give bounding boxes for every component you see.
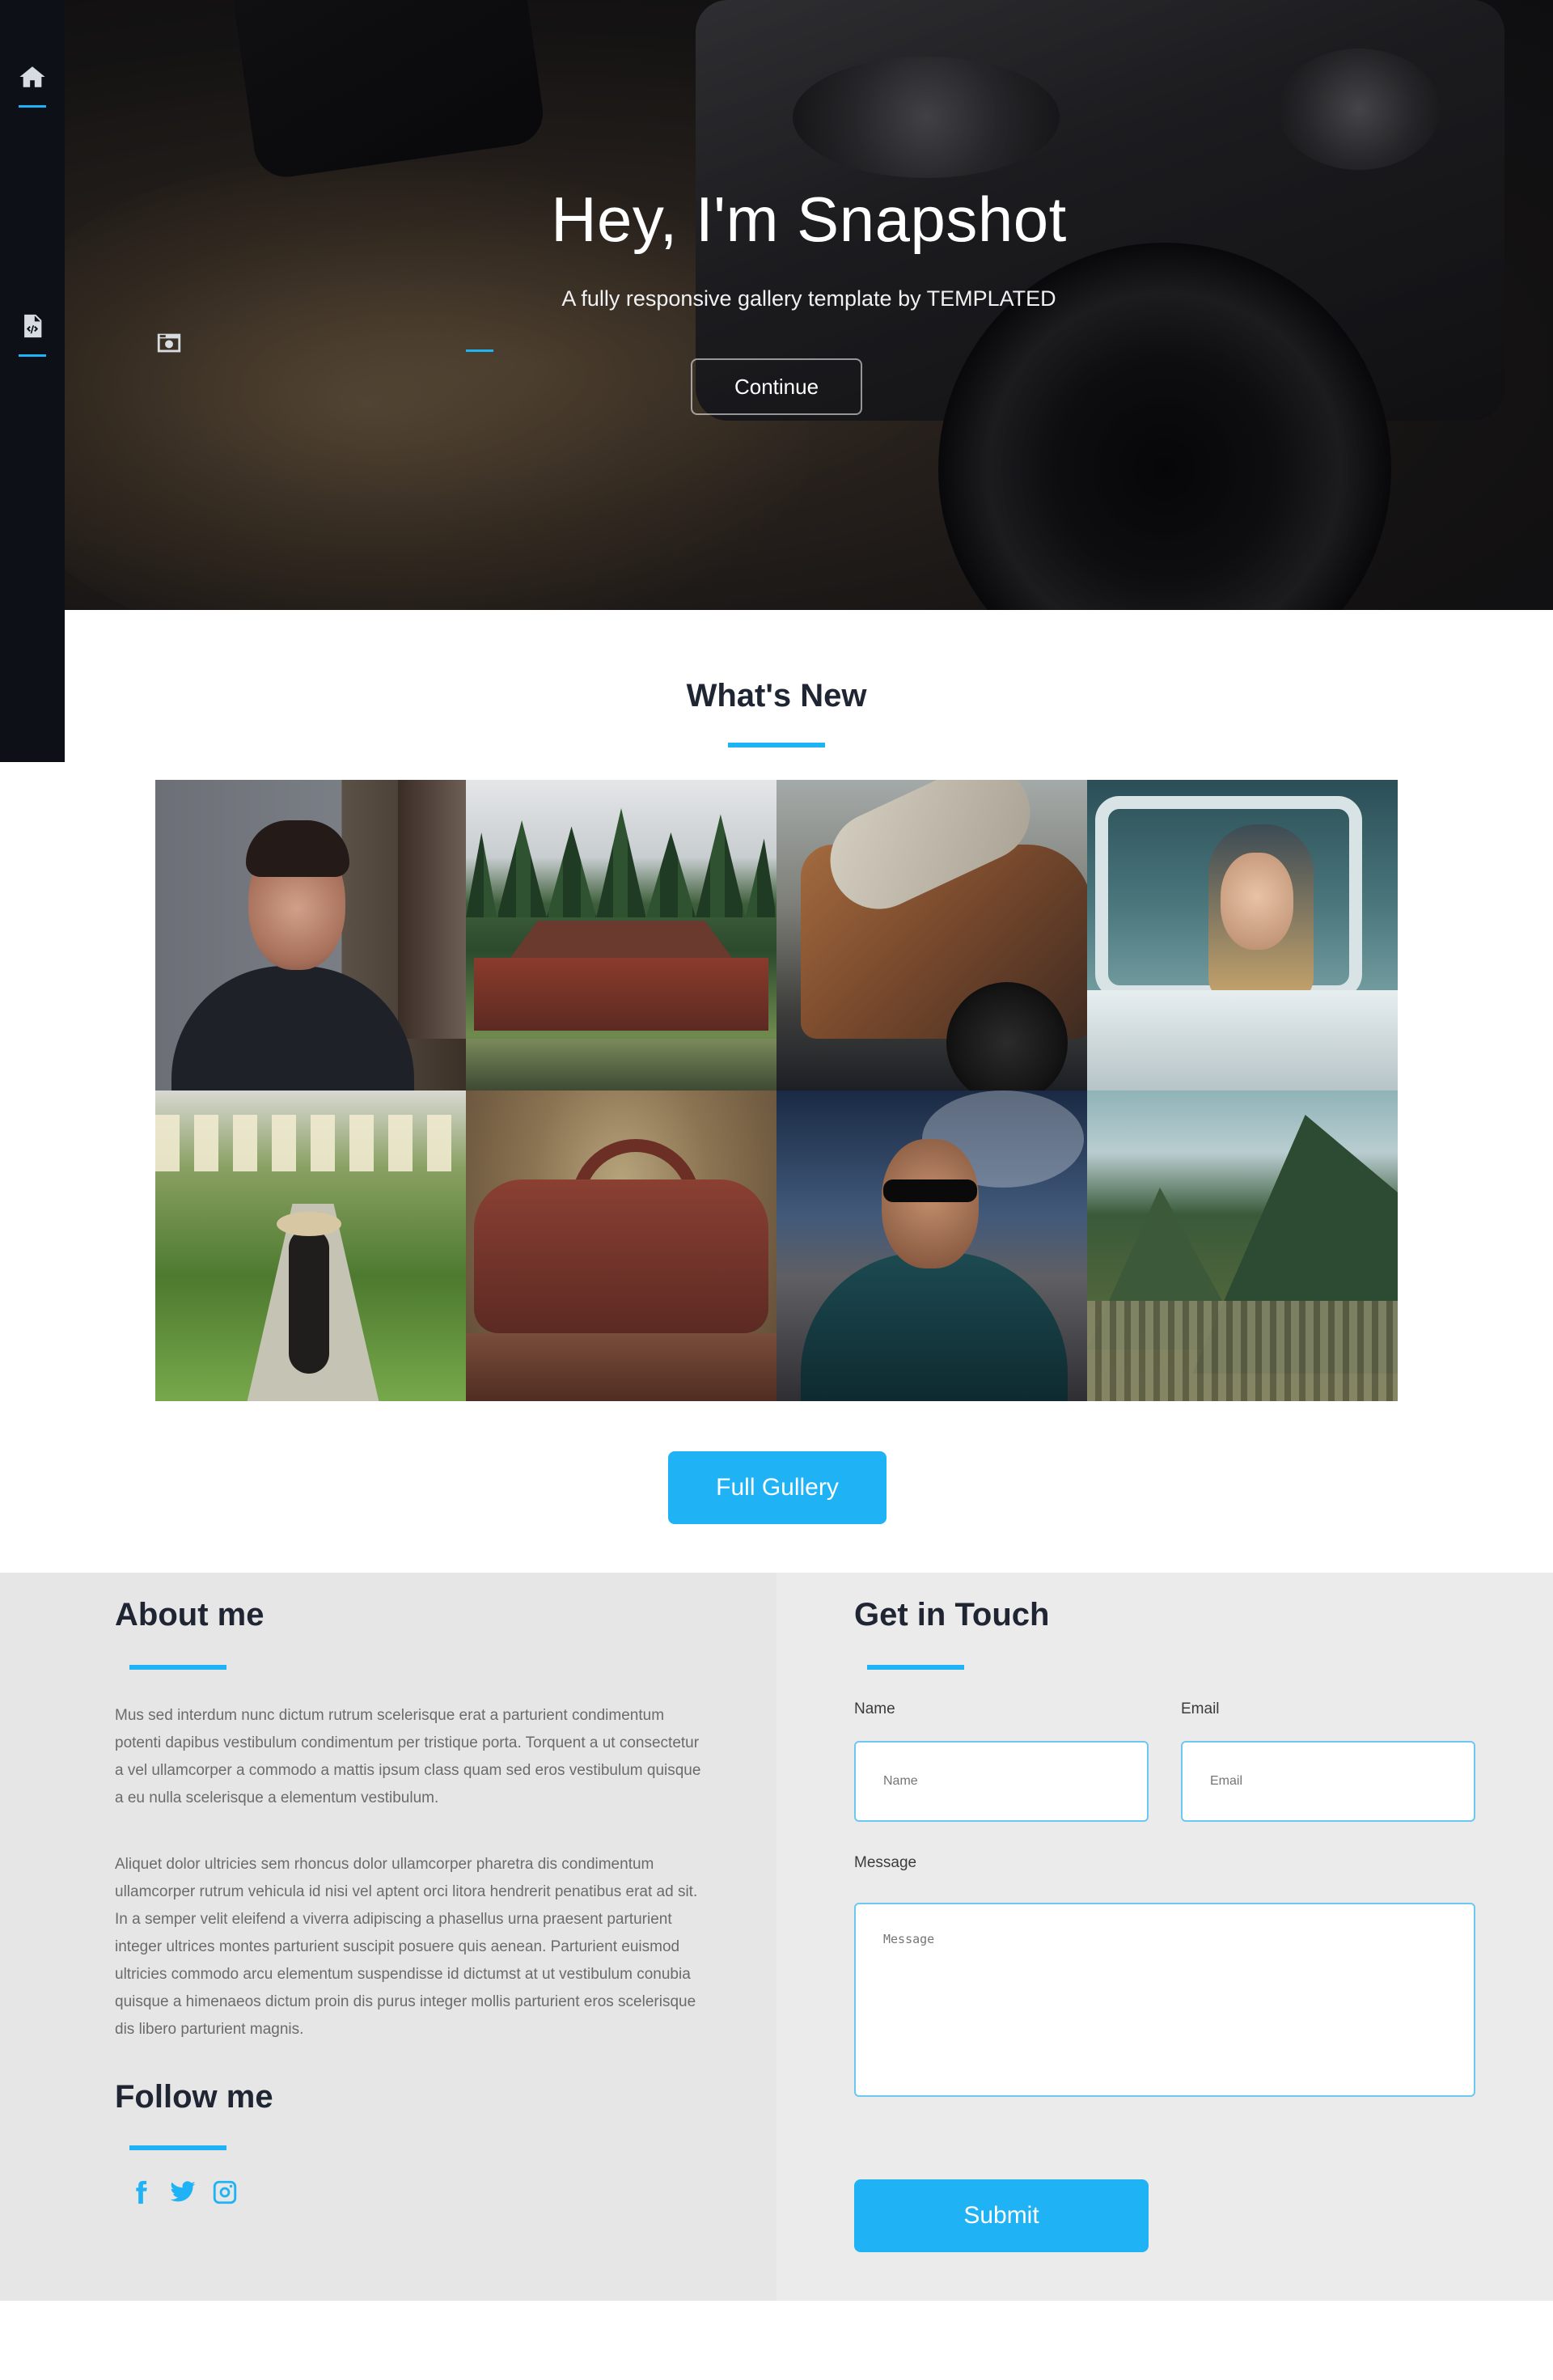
gallery-image-leather-bag[interactable] — [466, 1090, 776, 1401]
sidebar — [0, 0, 493, 762]
section-underline — [867, 1665, 964, 1670]
tile-detail — [882, 1139, 979, 1268]
tile-detail — [466, 1333, 776, 1401]
gallery-image-portrait-man[interactable] — [155, 780, 466, 1090]
about-title: About me — [115, 1597, 264, 1633]
about-paragraph: Mus sed interdum nunc dictum rutrum scel… — [115, 1707, 701, 1806]
tile-detail — [801, 1252, 1068, 1401]
tile-detail — [1087, 990, 1398, 1090]
sidebar-underline — [19, 105, 46, 108]
facebook-icon — [136, 2180, 147, 2204]
gallery-image-rusty-truck[interactable] — [776, 780, 1087, 1090]
sidebar-underline — [19, 354, 46, 357]
gallery-image-lantern-path[interactable] — [155, 1090, 466, 1401]
social-links — [126, 2178, 239, 2207]
twitter-icon — [170, 2181, 196, 2202]
code-file-icon — [24, 314, 42, 338]
home-icon — [19, 66, 45, 87]
tile-detail — [883, 1179, 977, 1202]
contact-section: Get in Touch Name Email Message Submit — [776, 1573, 1553, 2301]
camera-icon — [157, 333, 181, 353]
sidebar-underline — [466, 349, 493, 352]
gallery-image-japanese-temple[interactable] — [466, 780, 776, 1090]
sidebar-item-source[interactable] — [0, 312, 65, 357]
section-underline — [129, 1665, 226, 1670]
tile-detail — [1087, 1301, 1398, 1401]
tile-detail — [466, 808, 776, 917]
sidebar-item-home[interactable] — [0, 63, 65, 108]
gallery-image-mountain-ruins[interactable] — [1087, 1090, 1398, 1401]
follow-title: Follow me — [115, 2079, 273, 2115]
email-field[interactable] — [1181, 1741, 1475, 1822]
email-label: Email — [1181, 1700, 1220, 1717]
section-underline — [129, 2145, 226, 2150]
tile-detail — [155, 1115, 466, 1171]
facebook-link[interactable] — [126, 2178, 155, 2207]
tile-detail — [466, 1039, 776, 1090]
tile-detail — [289, 1228, 329, 1374]
gallery-image-man-smoking[interactable] — [776, 1090, 1087, 1401]
message-field[interactable] — [854, 1903, 1475, 2097]
twitter-link[interactable] — [168, 2178, 197, 2207]
tile-detail — [398, 780, 466, 1039]
full-gallery-button[interactable]: Full Gullery — [668, 1451, 887, 1524]
name-label: Name — [854, 1700, 895, 1717]
gallery-grid — [155, 780, 1398, 1401]
tile-detail — [1221, 853, 1293, 950]
tile-detail — [246, 820, 349, 877]
message-label: Message — [854, 1854, 917, 1871]
sidebar-item-gallery[interactable] — [155, 188, 1398, 809]
about-section: About me Mus sed interdum nunc dictum ru… — [0, 1573, 776, 2301]
contact-title: Get in Touch — [854, 1597, 1050, 1633]
name-field[interactable] — [854, 1741, 1149, 1822]
tile-detail — [171, 966, 414, 1090]
submit-button[interactable]: Submit — [854, 2179, 1149, 2252]
gallery-image-woman-in-car[interactable] — [1087, 780, 1398, 1090]
about-paragraph: Aliquet dolor ultricies sem rhoncus dolo… — [115, 1856, 698, 2038]
tile-detail — [474, 958, 768, 1031]
tile-detail — [277, 1212, 341, 1236]
instagram-link[interactable] — [210, 2178, 239, 2207]
tile-detail — [474, 1179, 768, 1333]
instagram-icon — [213, 2180, 237, 2204]
